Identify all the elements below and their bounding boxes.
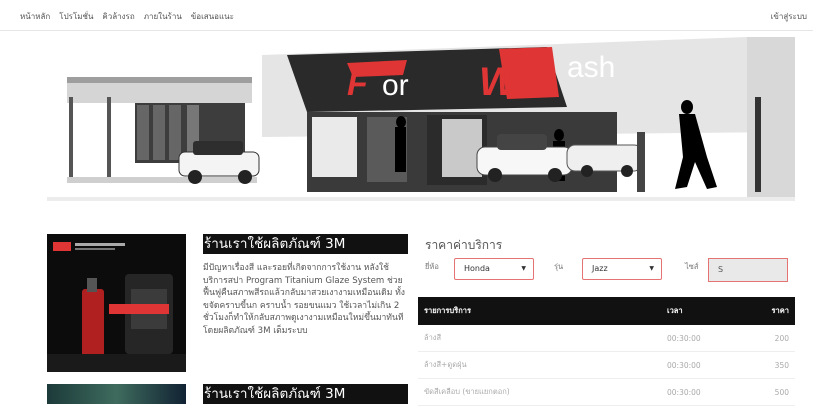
car-wash-illustration: F or W ash [47, 37, 795, 217]
table-row[interactable]: ขัดสีเคลือบ (ขายแยกตอก) 00:30:00 500 [418, 378, 795, 406]
row-service: ล้างสี+ดูดฝุ่น [418, 351, 661, 379]
svg-text:or: or [382, 69, 409, 102]
chevron-down-icon: ▼ [521, 265, 526, 272]
nav-home[interactable]: หน้าหลัก [20, 10, 50, 23]
table-row[interactable]: ล้างสี 00:30:00 200 [418, 325, 795, 352]
login-link[interactable]: เข้าสู่ระบบ [771, 10, 807, 23]
promo-description: มีปัญหาเรื่องสี และรอยที่เกิดจากการใช้งา… [203, 263, 406, 336]
model-label: รุ่น [554, 262, 564, 271]
chevron-down-icon: ▼ [649, 265, 654, 272]
row-time: 00:30:00 [661, 378, 743, 406]
col-price: ราคา [743, 297, 795, 325]
size-label: ไซส์ [685, 262, 699, 271]
nav-promotion[interactable]: โปรโมชั่น [59, 10, 93, 23]
nav-wash-queue[interactable]: คิวล้างรถ [102, 10, 134, 23]
size-field[interactable]: S [708, 258, 788, 282]
main-nav: หน้าหลัก โปรโมชั่น คิวล้างรถ ภายในร้าน ข… [20, 10, 234, 23]
brand-select-value: Honda [464, 264, 490, 273]
row-service: ขัดสีเคลือบ (ขายแยกตอก) [418, 378, 661, 406]
svg-text:W: W [479, 60, 520, 104]
promo-title: ร้านเราใช้ผลิตภัณฑ์ 3M [203, 234, 408, 254]
row-time: 00:30:00 [661, 351, 743, 379]
price-table: รายการบริการ เวลา ราคา ล้างสี 00:30:00 2… [418, 297, 795, 406]
3m-product-ad [47, 234, 186, 372]
model-select[interactable]: Jazz ▼ [582, 258, 662, 280]
nav-inside-shop[interactable]: ภายในร้าน [144, 10, 182, 23]
table-header-row: รายการบริการ เวลา ราคา [418, 297, 795, 325]
carport-roof [67, 77, 252, 83]
row-price: 350 [743, 351, 795, 379]
col-time: เวลา [661, 297, 743, 325]
row-price: 200 [743, 325, 795, 352]
brand-label: ยี่ห้อ [425, 262, 439, 271]
table-row[interactable]: ล้างสี+ดูดฝุ่น 00:30:00 350 [418, 351, 795, 379]
promo-title-second: ร้านเราใช้ผลิตภัณฑ์ 3M [203, 384, 408, 404]
hero-banner: F or W ash [47, 37, 795, 217]
model-select-value: Jazz [592, 264, 608, 273]
row-time: 00:30:00 [661, 325, 743, 352]
brand-select[interactable]: Honda ▼ [454, 258, 534, 280]
top-navbar: หน้าหลัก โปรโมชั่น คิวล้างรถ ภายในร้าน ข… [0, 0, 813, 31]
svg-text:F: F [347, 65, 369, 103]
col-service: รายการบริการ [418, 297, 661, 325]
row-service: ล้างสี [418, 325, 661, 352]
promo-section: ร้านเราใช้ผลิตภัณฑ์ 3M มีปัญหาเรื่องสี แ… [47, 234, 408, 404]
pricing-section: ราคาค่าบริการ ยี่ห้อ Honda ▼ รุ่น Jazz ▼… [418, 234, 795, 406]
promo-second-image[interactable] [47, 384, 186, 404]
row-price: 500 [743, 378, 795, 406]
svg-text:ash: ash [567, 51, 615, 84]
promo-3m-image[interactable] [47, 234, 186, 372]
nav-suggestions[interactable]: ข้อเสนอแนะ [191, 10, 234, 23]
pricing-heading: ราคาค่าบริการ [425, 238, 503, 252]
